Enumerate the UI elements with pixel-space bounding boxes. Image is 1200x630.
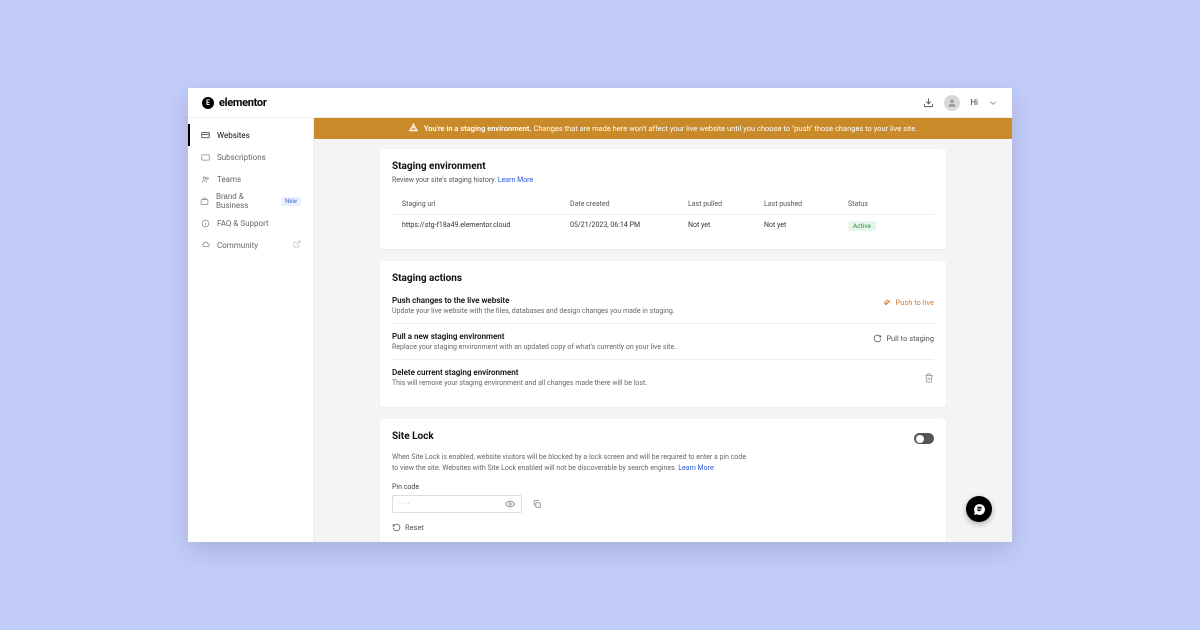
action-left: Push changes to the live website Update …	[392, 296, 883, 315]
chevron-down-icon[interactable]	[988, 93, 998, 112]
td-url[interactable]: https://stg-f18a49.elementor.cloud	[402, 221, 570, 231]
topbar: E elementor Hi	[188, 88, 1012, 118]
th-status: Status	[848, 200, 924, 208]
th-pull: Last pulled	[688, 200, 764, 208]
sidebar-item-brand[interactable]: Brand & Business New	[188, 190, 313, 212]
card-title: Staging environment	[392, 161, 934, 172]
download-icon[interactable]	[923, 93, 934, 112]
card-title: Site Lock	[392, 431, 434, 442]
sidebar-item-websites[interactable]: Websites	[188, 124, 313, 146]
td-pull: Not yet	[688, 221, 764, 231]
sidebar-item-label: Brand & Business	[216, 192, 270, 210]
banner-text: Changes that are made here won't affect …	[533, 124, 917, 133]
staging-table: Staging url Date created Last pulled Las…	[392, 194, 934, 237]
sidebar-item-label: Community	[217, 241, 258, 250]
learn-more-link[interactable]: Learn More	[678, 464, 713, 472]
td-date: 05/21/2023, 06:14 PM	[570, 221, 688, 231]
table-header-row: Staging url Date created Last pulled Las…	[392, 194, 934, 215]
pin-row: ····	[392, 494, 934, 513]
sidebar-item-teams[interactable]: Teams	[188, 168, 313, 190]
action-pull-row: Pull a new staging environment Replace y…	[392, 324, 934, 360]
rocket-icon	[883, 298, 892, 307]
reset-label: Reset	[405, 523, 424, 532]
th-url: Staging url	[402, 200, 570, 208]
info-icon	[200, 219, 210, 228]
content: Staging environment Review your site's s…	[314, 139, 1012, 542]
banner-strong: You're in a staging environment.	[424, 124, 532, 133]
pull-to-staging-button[interactable]: Pull to staging	[873, 332, 934, 345]
eye-icon[interactable]	[505, 494, 515, 513]
chat-icon	[973, 503, 986, 516]
card-subtitle: Review your site's staging history. Lear…	[392, 176, 934, 184]
reset-button[interactable]: Reset	[392, 523, 934, 532]
action-desc: Replace your staging environment with an…	[392, 343, 873, 351]
avatar[interactable]	[944, 95, 960, 111]
action-title: Pull a new staging environment	[392, 332, 873, 341]
main-area: You're in a staging environment. Changes…	[314, 118, 1012, 542]
staging-actions-card: Staging actions Push changes to the live…	[380, 261, 946, 407]
sidebar: Websites Subscriptions Teams Brand & Bus…	[188, 118, 314, 542]
trash-icon	[924, 373, 934, 383]
learn-more-link[interactable]: Learn More	[498, 176, 533, 184]
site-lock-header: Site Lock	[392, 431, 934, 446]
action-left: Delete current staging environment This …	[392, 368, 924, 387]
action-title: Delete current staging environment	[392, 368, 924, 377]
card-title: Staging actions	[392, 273, 934, 284]
app-window: E elementor Hi Websites Subscription	[188, 88, 1012, 542]
sidebar-item-subscriptions[interactable]: Subscriptions	[188, 146, 313, 168]
delete-staging-button[interactable]	[924, 368, 934, 387]
sidebar-item-label: Websites	[217, 131, 250, 140]
cloud-icon	[200, 241, 210, 250]
topbar-right: Hi	[923, 93, 998, 112]
brand: E elementor	[202, 96, 267, 109]
table-row: https://stg-f18a49.elementor.cloud 05/21…	[392, 215, 934, 237]
body: Websites Subscriptions Teams Brand & Bus…	[188, 118, 1012, 542]
pin-code-label: Pin code	[392, 483, 934, 491]
sidebar-item-faq[interactable]: FAQ & Support	[188, 212, 313, 234]
brand-name: elementor	[219, 96, 267, 109]
action-delete-row: Delete current staging environment This …	[392, 360, 934, 395]
sidebar-item-label: Teams	[217, 175, 241, 184]
greeting-text: Hi	[970, 98, 978, 107]
sidebar-item-community[interactable]: Community	[188, 234, 313, 256]
chat-fab[interactable]	[966, 496, 992, 522]
action-desc: Update your live website with the files,…	[392, 307, 883, 315]
site-lock-desc: When Site Lock is enabled, website visit…	[392, 452, 752, 473]
action-push-row: Push changes to the live website Update …	[392, 288, 934, 324]
th-date: Date created	[570, 200, 688, 208]
staging-environment-card: Staging environment Review your site's s…	[380, 149, 946, 249]
reset-icon	[392, 523, 401, 532]
users-icon	[200, 175, 210, 184]
refresh-icon	[873, 334, 882, 343]
action-desc: This will remove your staging environmen…	[392, 379, 924, 387]
status-badge: Active	[848, 221, 876, 231]
td-status: Active	[848, 221, 924, 231]
th-push: Last pushed	[764, 200, 848, 208]
sidebar-item-label: FAQ & Support	[217, 219, 269, 228]
card-icon	[200, 153, 210, 162]
site-lock-card: Site Lock When Site Lock is enabled, web…	[380, 419, 946, 542]
subtitle-text: Review your site's staging history.	[392, 176, 496, 184]
briefcase-icon	[200, 197, 209, 206]
external-link-icon	[293, 240, 301, 250]
warning-icon	[409, 123, 418, 134]
button-label: Pull to staging	[886, 334, 934, 343]
td-push: Not yet	[764, 221, 848, 231]
pin-placeholder: ····	[399, 500, 410, 508]
action-title: Push changes to the live website	[392, 296, 883, 305]
button-label: Push to live	[896, 298, 934, 307]
push-to-live-button[interactable]: Push to live	[883, 296, 934, 309]
site-lock-toggle[interactable]	[914, 433, 934, 444]
monitor-icon	[200, 131, 210, 140]
staging-banner: You're in a staging environment. Changes…	[314, 118, 1012, 139]
brand-logo-icon: E	[202, 97, 214, 109]
sidebar-item-label: Subscriptions	[217, 153, 266, 162]
pin-code-input[interactable]: ····	[392, 495, 522, 513]
copy-icon[interactable]	[532, 494, 542, 513]
action-left: Pull a new staging environment Replace y…	[392, 332, 873, 351]
new-badge: New	[281, 197, 301, 206]
